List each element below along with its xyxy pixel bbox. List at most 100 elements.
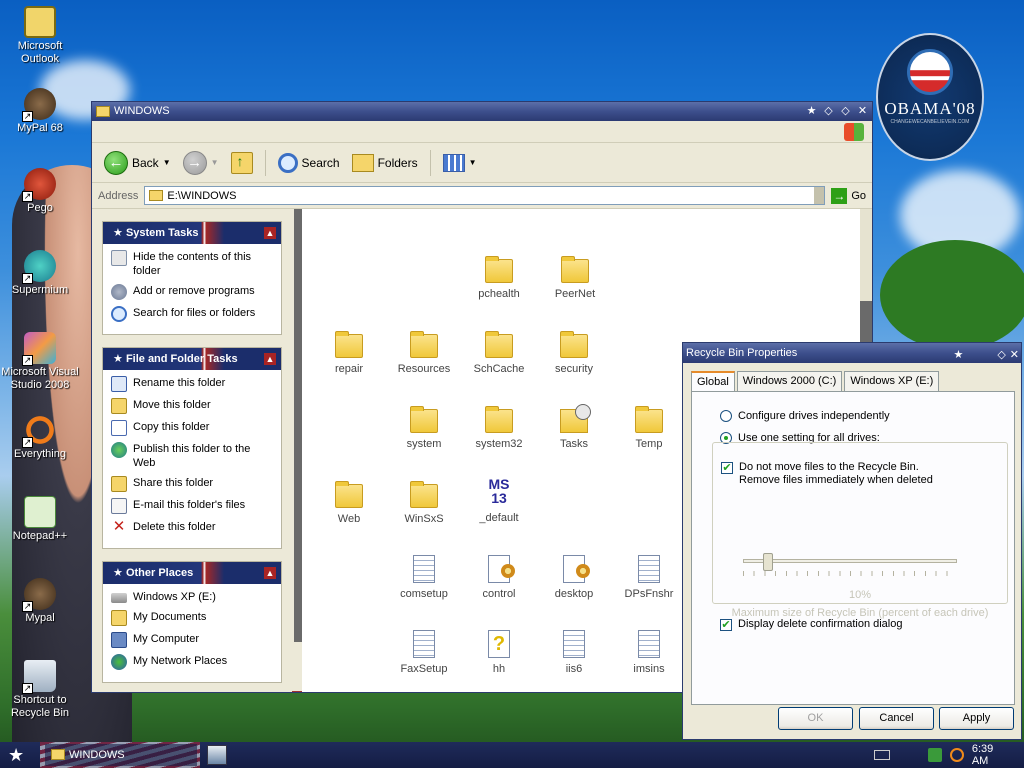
file-item[interactable]: desktop xyxy=(534,555,614,600)
panel-header[interactable]: ★ Other Places ▲ xyxy=(103,562,281,584)
task-label: Add or remove programs xyxy=(133,285,255,297)
file-item[interactable]: control xyxy=(459,555,539,600)
back-label: Back xyxy=(132,155,159,170)
file-item[interactable]: pchealth xyxy=(459,256,539,300)
task-email-files[interactable]: E-mail this folder's files xyxy=(111,498,273,514)
cancel-button[interactable]: Cancel xyxy=(859,707,934,730)
file-item[interactable]: SchCache xyxy=(459,331,539,375)
clock[interactable]: 6:39 AM xyxy=(972,743,1012,767)
file-name: _default xyxy=(479,512,519,524)
file-item[interactable]: Resources xyxy=(384,331,464,375)
help-button[interactable]: ◇ xyxy=(997,345,1005,365)
file-item[interactable]: FaxSetup xyxy=(384,630,464,675)
task-pane-scrollbar[interactable] xyxy=(294,209,302,642)
task-label: Share this folder xyxy=(133,477,214,489)
back-button[interactable]: ← Back ▼ xyxy=(100,149,175,177)
tab-windows-2000[interactable]: Windows 2000 (C:) xyxy=(736,371,843,391)
task-add-remove-programs[interactable]: Add or remove programs xyxy=(111,284,273,300)
size-slider[interactable] xyxy=(763,553,773,571)
place-my-network-places[interactable]: My Network Places xyxy=(111,654,273,670)
start-button[interactable]: ★ xyxy=(8,745,24,765)
forward-button[interactable]: → ▼ xyxy=(179,149,223,177)
search-label: Search xyxy=(301,155,340,170)
radio-indicator xyxy=(720,410,732,422)
radio-configure-independently[interactable]: Configure drives independently xyxy=(720,410,890,422)
collapse-icon[interactable]: ▲ xyxy=(264,227,276,239)
task-hide-contents[interactable]: Hide the contents of this folder xyxy=(111,250,273,278)
file-item[interactable]: ? hh xyxy=(459,630,539,675)
tab-windows-xp[interactable]: Windows XP (E:) xyxy=(844,371,940,391)
task-label: Delete this folder xyxy=(133,521,216,533)
file-name: WinSxS xyxy=(404,513,444,525)
taskbar-button-windows[interactable]: WINDOWS xyxy=(45,744,197,766)
task-rename-folder[interactable]: Rename this folder xyxy=(111,376,273,392)
text-file-icon xyxy=(638,630,660,658)
minimize-button[interactable]: ◇ xyxy=(821,104,836,119)
tray-app-icon[interactable] xyxy=(927,748,942,762)
close-button[interactable]: ✕ xyxy=(1010,345,1019,365)
place-my-documents[interactable]: My Documents xyxy=(111,610,273,626)
menu-bar xyxy=(92,121,872,143)
panel-header[interactable]: ★ System Tasks ▲ xyxy=(103,222,281,244)
desktop-icon-notepadpp[interactable]: Notepad++ xyxy=(0,496,80,543)
dialog-titlebar[interactable]: Recycle Bin Properties ★ ◇ ✕ xyxy=(683,343,1021,363)
collapse-icon[interactable]: ▲ xyxy=(264,567,276,579)
checkbox-delete-confirmation[interactable]: ✔ Display delete confirmation dialog xyxy=(720,618,902,631)
file-name: system32 xyxy=(475,438,523,450)
desktop-icon-everything[interactable]: ↗ Everything xyxy=(0,414,80,461)
desktop-icon-pego[interactable]: ↗ Pego xyxy=(0,168,80,215)
desktop-icon-recycle-bin[interactable]: ↗ Shortcut to Recycle Bin xyxy=(0,660,80,720)
desktop-icon-outlook[interactable]: Microsoft Outlook xyxy=(0,6,80,66)
file-item[interactable]: imsins xyxy=(609,630,689,675)
go-button[interactable]: → Go xyxy=(831,187,866,204)
file-item[interactable]: security xyxy=(534,331,614,375)
file-name: DPsFnshr xyxy=(624,588,674,600)
place-my-computer[interactable]: My Computer xyxy=(111,632,273,648)
slider-ticks xyxy=(743,571,957,576)
tab-global[interactable]: Global xyxy=(691,371,735,391)
keyboard-icon[interactable] xyxy=(874,750,890,760)
desktop-icon-visual-studio[interactable]: ↗ Microsoft Visual Studio 2008 xyxy=(0,332,80,392)
task-search-files[interactable]: Search for files or folders xyxy=(111,306,273,322)
task-copy-folder[interactable]: Copy this folder xyxy=(111,420,273,436)
file-item[interactable]: Temp xyxy=(609,406,689,450)
collapse-icon[interactable]: ▲ xyxy=(264,353,276,365)
file-item[interactable]: MS 13 _default xyxy=(459,477,539,524)
task-delete-folder[interactable]: ✕ Delete this folder xyxy=(111,519,273,536)
scrollbar-thumb[interactable] xyxy=(860,301,872,347)
place-windows-xp-drive[interactable]: Windows XP (E:) xyxy=(111,590,273,604)
address-dropdown-button[interactable] xyxy=(814,187,825,204)
apply-button[interactable]: Apply xyxy=(939,707,1014,730)
task-publish-web[interactable]: Publish this folder to the Web xyxy=(111,442,273,470)
explorer-titlebar[interactable]: WINDOWS ★ ◇ ◇ ✕ xyxy=(92,102,872,121)
desktop-icon-supermium[interactable]: ↗ Supermium xyxy=(0,250,80,297)
file-item[interactable]: system32 xyxy=(459,406,539,450)
file-item[interactable]: DPsFnshr xyxy=(609,555,689,600)
address-input[interactable]: E:\WINDOWS xyxy=(144,186,826,205)
search-button[interactable]: Search xyxy=(274,151,344,175)
address-bar: Address E:\WINDOWS → Go xyxy=(92,183,872,209)
task-move-folder[interactable]: Move this folder xyxy=(111,398,273,414)
desktop-icon-mypal[interactable]: ↗ Mypal xyxy=(0,578,80,625)
file-item[interactable]: comsetup xyxy=(384,555,464,600)
file-item[interactable]: PeerNet xyxy=(535,256,615,300)
file-item[interactable]: repair xyxy=(309,331,389,375)
file-item[interactable]: Web xyxy=(309,481,389,525)
folders-button[interactable]: Folders xyxy=(348,152,422,174)
tray-search-icon[interactable] xyxy=(949,748,964,762)
file-name: Temp xyxy=(635,438,663,450)
up-button[interactable] xyxy=(227,150,257,176)
file-item[interactable]: system xyxy=(384,406,464,450)
ok-button[interactable]: OK xyxy=(778,707,853,730)
file-item[interactable]: Tasks xyxy=(534,404,614,450)
checkbox-do-not-move[interactable]: ✔ Do not move files to the Recycle Bin. R… xyxy=(721,461,933,487)
quicklaunch-recycle-bin-icon[interactable] xyxy=(207,745,227,765)
desktop-icon-mypal68[interactable]: ↗ MyPal 68 xyxy=(0,88,80,135)
panel-header[interactable]: ★ File and Folder Tasks ▲ xyxy=(103,348,281,370)
close-button[interactable]: ✕ xyxy=(855,104,870,119)
file-item[interactable]: iis6 xyxy=(534,630,614,675)
maximize-button[interactable]: ◇ xyxy=(838,104,853,119)
task-share-folder[interactable]: Share this folder xyxy=(111,476,273,492)
views-button[interactable]: ▼ xyxy=(439,152,481,174)
file-item[interactable]: WinSxS xyxy=(384,481,464,525)
